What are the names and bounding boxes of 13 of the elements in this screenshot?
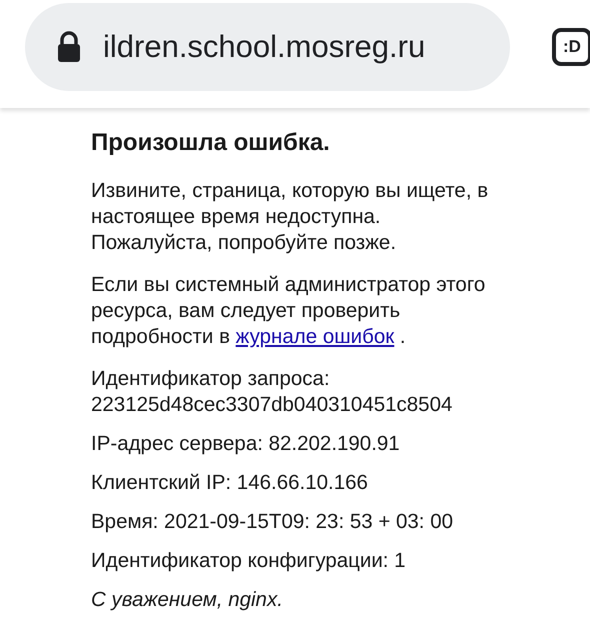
error-title: Произошла ошибка. xyxy=(91,128,331,158)
detail-line: Время: 2021-09-15T09: 23: 53 + 03: 00 xyxy=(91,509,454,535)
address-bar[interactable]: ildren.school.mosreg.ru xyxy=(25,3,510,91)
detail-line: Идентификатор конфигурации: 1 xyxy=(91,548,407,574)
error-log-link[interactable]: журнале ошибок xyxy=(236,325,394,348)
detail-line: IP-адрес сервера: 82.202.190.91 xyxy=(91,431,401,457)
signature: С уважением, nginx. xyxy=(91,587,284,613)
error-message: Извините, страница, которую вы ищете, в настоящее время недоступна. Пожалуйста, попробуйте позже. xyxy=(91,178,490,256)
error-message: Если вы системный администратор этого ресурса, вам следует проверить подробности в журнале ошибок . xyxy=(91,272,486,350)
detail-line: Идентификатор запроса: 223125d48cec3307db040310451c8504 xyxy=(91,366,454,418)
detail-line: Клиентский IP: 146.66.10.166 xyxy=(91,470,369,496)
tab-switcher[interactable]: :D xyxy=(552,28,590,66)
url-text: ildren.school.mosreg.ru xyxy=(103,29,426,65)
